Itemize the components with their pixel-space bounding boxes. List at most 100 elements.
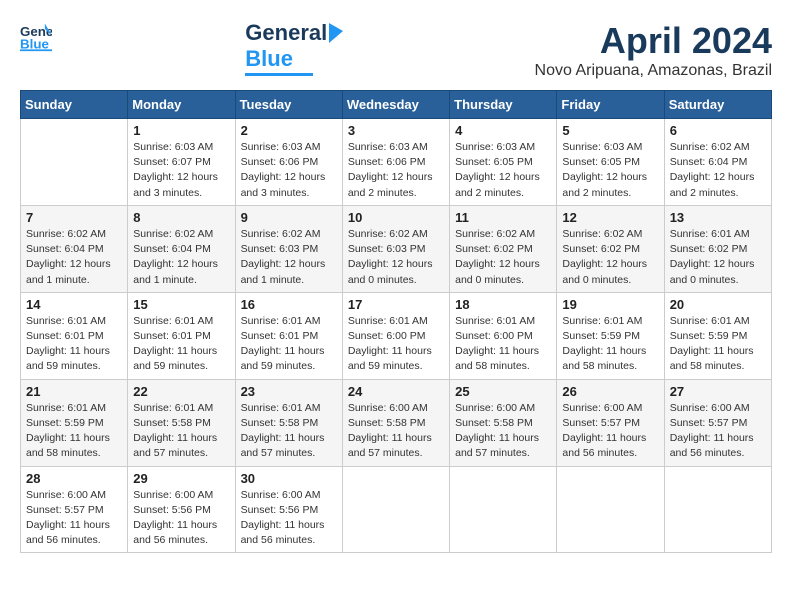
day-number: 19 xyxy=(562,297,658,312)
calendar-cell xyxy=(21,119,128,206)
calendar-cell xyxy=(342,466,449,553)
calendar-table: SundayMondayTuesdayWednesdayThursdayFrid… xyxy=(20,90,772,553)
calendar-cell: 7 Sunrise: 6:02 AM Sunset: 6:04 PM Daylig… xyxy=(21,205,128,292)
day-number: 23 xyxy=(241,384,337,399)
calendar-cell: 10 Sunrise: 6:02 AM Sunset: 6:03 PM Dayli… xyxy=(342,205,449,292)
day-info: Sunrise: 6:01 AM Sunset: 5:58 PM Dayligh… xyxy=(241,401,337,462)
calendar-cell: 14Sunrise: 6:01 AM Sunset: 6:01 PM Dayli… xyxy=(21,292,128,379)
calendar-cell: 23 Sunrise: 6:01 AM Sunset: 5:58 PM Dayli… xyxy=(235,379,342,466)
calendar-cell: 18 Sunrise: 6:01 AM Sunset: 6:00 PM Dayli… xyxy=(450,292,557,379)
day-info: Sunrise: 6:00 AM Sunset: 5:56 PM Dayligh… xyxy=(133,488,229,549)
day-number: 3 xyxy=(348,123,444,138)
calendar-week-row: 28 Sunrise: 6:00 AM Sunset: 5:57 PM Dayli… xyxy=(21,466,772,553)
day-number: 7 xyxy=(26,210,122,225)
weekday-header-sunday: Sunday xyxy=(21,91,128,119)
calendar-cell xyxy=(664,466,771,553)
day-info: Sunrise: 6:02 AM Sunset: 6:04 PM Dayligh… xyxy=(26,227,122,288)
day-number: 14 xyxy=(26,297,122,312)
day-number: 12 xyxy=(562,210,658,225)
calendar-cell: 27Sunrise: 6:00 AM Sunset: 5:57 PM Dayli… xyxy=(664,379,771,466)
day-number: 10 xyxy=(348,210,444,225)
day-info: Sunrise: 6:00 AM Sunset: 5:57 PM Dayligh… xyxy=(670,401,766,462)
calendar-week-row: 7 Sunrise: 6:02 AM Sunset: 6:04 PM Daylig… xyxy=(21,205,772,292)
calendar-cell: 20Sunrise: 6:01 AM Sunset: 5:59 PM Dayli… xyxy=(664,292,771,379)
calendar-cell: 25 Sunrise: 6:00 AM Sunset: 5:58 PM Dayli… xyxy=(450,379,557,466)
day-number: 17 xyxy=(348,297,444,312)
day-number: 13 xyxy=(670,210,766,225)
calendar-cell: 26 Sunrise: 6:00 AM Sunset: 5:57 PM Dayli… xyxy=(557,379,664,466)
day-info: Sunrise: 6:02 AM Sunset: 6:02 PM Dayligh… xyxy=(562,227,658,288)
day-number: 11 xyxy=(455,210,551,225)
day-info: Sunrise: 6:02 AM Sunset: 6:04 PM Dayligh… xyxy=(670,140,766,201)
calendar-cell: 3 Sunrise: 6:03 AM Sunset: 6:06 PM Daylig… xyxy=(342,119,449,206)
day-info: Sunrise: 6:01 AM Sunset: 6:00 PM Dayligh… xyxy=(455,314,551,375)
calendar-cell: 22 Sunrise: 6:01 AM Sunset: 5:58 PM Dayli… xyxy=(128,379,235,466)
calendar-cell: 4 Sunrise: 6:03 AM Sunset: 6:05 PM Daylig… xyxy=(450,119,557,206)
day-number: 20 xyxy=(670,297,766,312)
calendar-cell: 6 Sunrise: 6:02 AM Sunset: 6:04 PM Daylig… xyxy=(664,119,771,206)
day-number: 29 xyxy=(133,471,229,486)
day-number: 18 xyxy=(455,297,551,312)
page-header: General Blue General Blue April 2024 Nov… xyxy=(20,20,772,80)
title-area: April 2024 Novo Aripuana, Amazonas, Braz… xyxy=(535,20,772,80)
calendar-cell: 24Sunrise: 6:00 AM Sunset: 5:58 PM Dayli… xyxy=(342,379,449,466)
logo-underline xyxy=(245,73,313,76)
calendar-cell: 9Sunrise: 6:02 AM Sunset: 6:03 PM Daylig… xyxy=(235,205,342,292)
day-number: 25 xyxy=(455,384,551,399)
calendar-cell: 12 Sunrise: 6:02 AM Sunset: 6:02 PM Dayli… xyxy=(557,205,664,292)
day-info: Sunrise: 6:02 AM Sunset: 6:02 PM Dayligh… xyxy=(455,227,551,288)
day-number: 15 xyxy=(133,297,229,312)
day-info: Sunrise: 6:00 AM Sunset: 5:58 PM Dayligh… xyxy=(455,401,551,462)
day-info: Sunrise: 6:00 AM Sunset: 5:58 PM Dayligh… xyxy=(348,401,444,462)
day-info: Sunrise: 6:01 AM Sunset: 5:58 PM Dayligh… xyxy=(133,401,229,462)
day-number: 6 xyxy=(670,123,766,138)
logo-general: General xyxy=(245,20,327,46)
day-info: Sunrise: 6:02 AM Sunset: 6:03 PM Dayligh… xyxy=(241,227,337,288)
day-info: Sunrise: 6:03 AM Sunset: 6:05 PM Dayligh… xyxy=(455,140,551,201)
day-info: Sunrise: 6:00 AM Sunset: 5:57 PM Dayligh… xyxy=(26,488,122,549)
day-number: 4 xyxy=(455,123,551,138)
day-info: Sunrise: 6:02 AM Sunset: 6:04 PM Dayligh… xyxy=(133,227,229,288)
day-number: 30 xyxy=(241,471,337,486)
svg-text:Blue: Blue xyxy=(20,36,49,51)
weekday-header-thursday: Thursday xyxy=(450,91,557,119)
calendar-cell: 5Sunrise: 6:03 AM Sunset: 6:05 PM Daylig… xyxy=(557,119,664,206)
calendar-cell: 2 Sunrise: 6:03 AM Sunset: 6:06 PM Daylig… xyxy=(235,119,342,206)
day-number: 26 xyxy=(562,384,658,399)
day-number: 5 xyxy=(562,123,658,138)
day-number: 22 xyxy=(133,384,229,399)
day-info: Sunrise: 6:01 AM Sunset: 6:00 PM Dayligh… xyxy=(348,314,444,375)
logo-arrow-icon xyxy=(329,23,343,43)
day-info: Sunrise: 6:01 AM Sunset: 5:59 PM Dayligh… xyxy=(26,401,122,462)
calendar-cell: 16Sunrise: 6:01 AM Sunset: 6:01 PM Dayli… xyxy=(235,292,342,379)
calendar-cell: 13Sunrise: 6:01 AM Sunset: 6:02 PM Dayli… xyxy=(664,205,771,292)
weekday-header-friday: Friday xyxy=(557,91,664,119)
day-info: Sunrise: 6:00 AM Sunset: 5:56 PM Dayligh… xyxy=(241,488,337,549)
calendar-cell xyxy=(557,466,664,553)
day-info: Sunrise: 6:03 AM Sunset: 6:06 PM Dayligh… xyxy=(348,140,444,201)
month-title: April 2024 xyxy=(535,20,772,62)
logo-icon: General Blue xyxy=(20,20,52,52)
location-title: Novo Aripuana, Amazonas, Brazil xyxy=(535,62,772,80)
weekday-header-monday: Monday xyxy=(128,91,235,119)
weekday-header-tuesday: Tuesday xyxy=(235,91,342,119)
calendar-cell: 8 Sunrise: 6:02 AM Sunset: 6:04 PM Daylig… xyxy=(128,205,235,292)
calendar-cell: 15Sunrise: 6:01 AM Sunset: 6:01 PM Dayli… xyxy=(128,292,235,379)
calendar-cell: 30 Sunrise: 6:00 AM Sunset: 5:56 PM Dayli… xyxy=(235,466,342,553)
day-number: 8 xyxy=(133,210,229,225)
day-number: 2 xyxy=(241,123,337,138)
calendar-week-row: 14Sunrise: 6:01 AM Sunset: 6:01 PM Dayli… xyxy=(21,292,772,379)
day-info: Sunrise: 6:01 AM Sunset: 5:59 PM Dayligh… xyxy=(562,314,658,375)
logo-blue: Blue xyxy=(245,46,293,72)
day-info: Sunrise: 6:03 AM Sunset: 6:06 PM Dayligh… xyxy=(241,140,337,201)
weekday-header-wednesday: Wednesday xyxy=(342,91,449,119)
calendar-cell: 1Sunrise: 6:03 AM Sunset: 6:07 PM Daylig… xyxy=(128,119,235,206)
day-number: 21 xyxy=(26,384,122,399)
day-info: Sunrise: 6:00 AM Sunset: 5:57 PM Dayligh… xyxy=(562,401,658,462)
calendar-cell: 11 Sunrise: 6:02 AM Sunset: 6:02 PM Dayli… xyxy=(450,205,557,292)
day-info: Sunrise: 6:02 AM Sunset: 6:03 PM Dayligh… xyxy=(348,227,444,288)
calendar-week-row: 1Sunrise: 6:03 AM Sunset: 6:07 PM Daylig… xyxy=(21,119,772,206)
day-number: 28 xyxy=(26,471,122,486)
day-number: 16 xyxy=(241,297,337,312)
calendar-week-row: 21 Sunrise: 6:01 AM Sunset: 5:59 PM Dayli… xyxy=(21,379,772,466)
